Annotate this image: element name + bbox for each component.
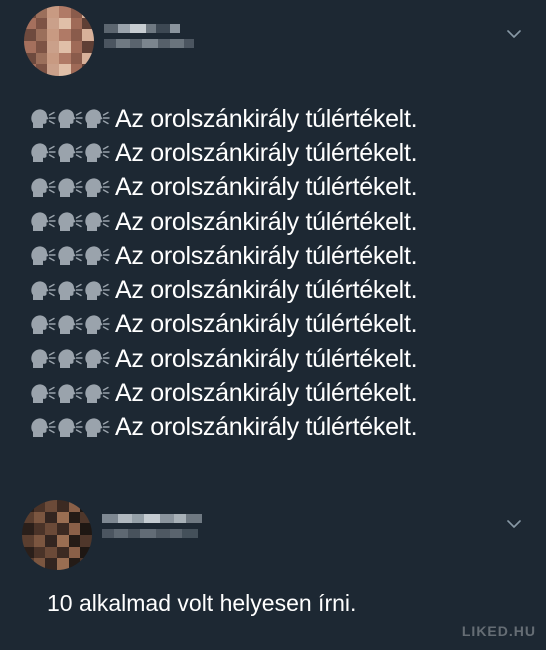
speaking-head-icon: [58, 418, 83, 437]
chevron-down-icon[interactable]: [504, 26, 524, 42]
speaking-head-icon: [58, 349, 83, 369]
speaking-head-icon: [85, 349, 110, 369]
avatar-pixelated-image: [22, 500, 92, 570]
speaking-head-icon: [58, 315, 83, 334]
tweet-line-text: Az orolszánkirály túlértékelt.: [115, 138, 418, 167]
speaking-head-icons: [30, 314, 111, 336]
tweet-line: Az orolszánkirály túlértékelt.: [30, 239, 418, 273]
author-name-censored[interactable]: [102, 514, 232, 562]
avatar[interactable]: [22, 500, 92, 570]
tweet-line-text: Az orolszánkirály túlértékelt.: [115, 104, 418, 133]
speaking-head-icon: [85, 109, 110, 129]
chevron-down-icon[interactable]: [504, 516, 524, 532]
tweet-line: Az orolszánkirály túlértékelt.: [30, 136, 418, 170]
speaking-head-icon: [31, 109, 56, 129]
tweet-line: Az orolszánkirály túlértékelt.: [30, 102, 418, 136]
tweet-line: Az orolszánkirály túlértékelt.: [30, 273, 418, 307]
speaking-head-icon: [31, 315, 56, 334]
speaking-head-icon: [85, 281, 110, 300]
reply-text: 10 alkalmad volt helyesen írni.: [47, 590, 357, 616]
speaking-head-icon: [85, 418, 110, 437]
speaking-head-icon: [31, 178, 56, 197]
tweet-line: Az orolszánkirály túlértékelt.: [30, 411, 418, 445]
speaking-head-icons: [30, 177, 111, 199]
speaking-head-icon: [31, 281, 56, 300]
tweet-line-text: Az orolszánkirály túlértékelt.: [115, 413, 418, 442]
speaking-head-icons: [30, 417, 111, 439]
tweet-line: Az orolszánkirály túlértékelt.: [30, 342, 418, 376]
speaking-head-icon: [85, 315, 110, 334]
speaking-head-icons: [30, 348, 111, 370]
speaking-head-icons: [30, 280, 111, 302]
speaking-head-icon: [31, 418, 56, 437]
watermark: LIKED.HU: [461, 623, 536, 639]
tweet-line: Az orolszánkirály túlértékelt.: [30, 171, 418, 205]
speaking-head-icon: [85, 246, 110, 266]
speaking-head-icon: [58, 246, 83, 266]
speaking-head-icon: [31, 246, 56, 266]
author-name-censored[interactable]: [104, 24, 204, 72]
speaking-head-icon: [58, 143, 83, 163]
speaking-head-icon: [85, 212, 110, 232]
speaking-head-icon: [58, 109, 83, 129]
speaking-head-icon: [58, 212, 83, 232]
speaking-head-icon: [58, 383, 83, 403]
speaking-head-icon: [31, 143, 56, 163]
speaking-head-icons: [30, 142, 111, 164]
speaking-head-icon: [58, 281, 83, 300]
tweet-line-text: Az orolszánkirály túlértékelt.: [115, 173, 418, 202]
tweet-line-text: Az orolszánkirály túlértékelt.: [115, 379, 418, 408]
speaking-head-icon: [31, 212, 56, 232]
speaking-head-icon: [58, 178, 83, 197]
tweet-line-text: Az orolszánkirály túlértékelt.: [115, 310, 418, 339]
avatar-pixelated-image: [24, 6, 94, 76]
speaking-head-icon: [31, 349, 56, 369]
screenshot: Az orolszánkirály túlértékelt. Az orolszá…: [0, 0, 546, 650]
speaking-head-icons: [30, 108, 111, 130]
speaking-head-icons: [30, 245, 111, 267]
tweet-line-text: Az orolszánkirály túlértékelt.: [115, 241, 418, 270]
speaking-head-icons: [30, 383, 111, 405]
avatar[interactable]: [24, 6, 94, 76]
tweet-line: Az orolszánkirály túlértékelt.: [30, 205, 418, 239]
tweet-line-text: Az orolszánkirály túlértékelt.: [115, 207, 418, 236]
tweet-line-text: Az orolszánkirály túlértékelt.: [115, 276, 418, 305]
speaking-head-icon: [85, 143, 110, 163]
speaking-head-icon: [85, 383, 110, 403]
tweet-line: Az orolszánkirály túlértékelt.: [30, 376, 418, 410]
tweet-body: Az orolszánkirály túlértékelt. Az orolszá…: [30, 102, 418, 445]
speaking-head-icon: [31, 383, 56, 403]
tweet-line-text: Az orolszánkirály túlértékelt.: [115, 344, 418, 373]
tweet-original: Az orolszánkirály túlértékelt. Az orolszá…: [0, 0, 546, 480]
tweet-line: Az orolszánkirály túlértékelt.: [30, 308, 418, 342]
speaking-head-icons: [30, 211, 111, 233]
speaking-head-icon: [85, 178, 110, 197]
